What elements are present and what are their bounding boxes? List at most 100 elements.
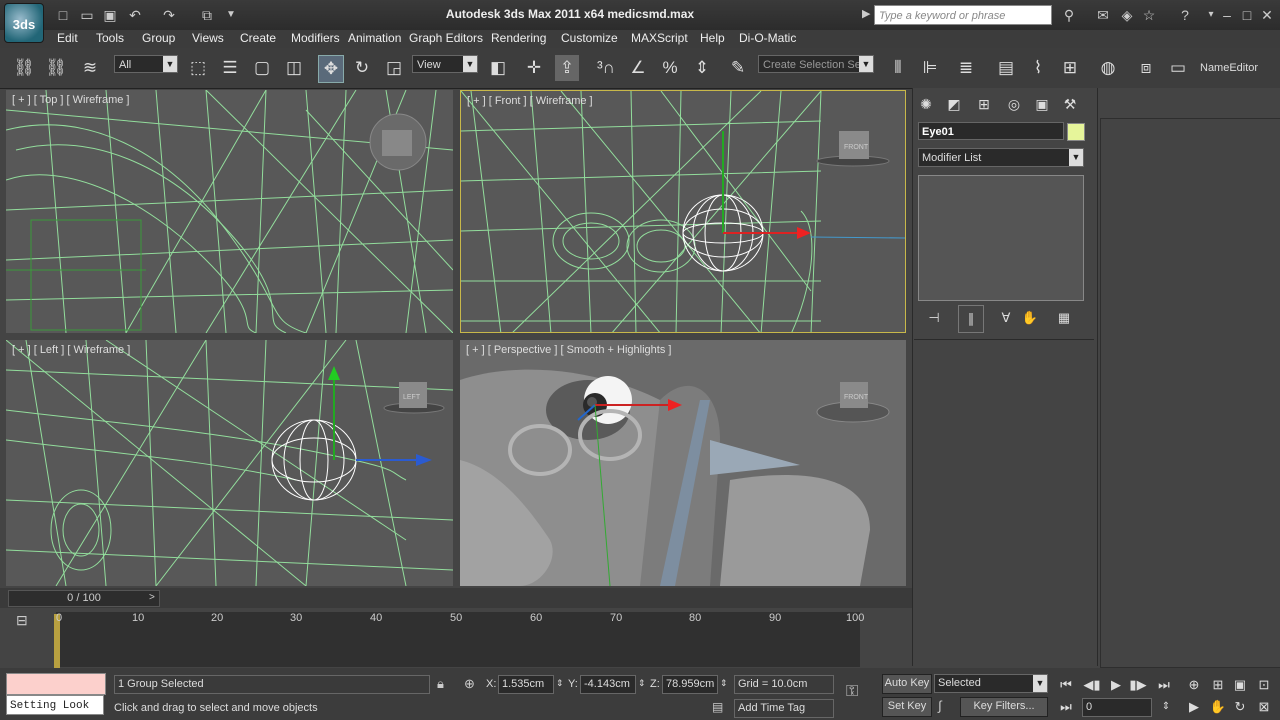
viewport-left-label[interactable]: [ + ] [ Left ] [ Wireframe ] <box>12 344 130 356</box>
close-icon[interactable]: ✕ <box>1258 6 1276 24</box>
edit-named-selection-icon[interactable]: ✎ <box>726 55 750 81</box>
menu-di-o-matic[interactable]: Di-O-Matic <box>739 31 796 45</box>
selection-lock-icon[interactable]: 🔒︎ <box>437 676 444 692</box>
x-spinner-icon[interactable]: ⇕ <box>556 678 564 689</box>
play-icon[interactable]: ▶ <box>1106 676 1126 694</box>
next-frame-icon[interactable]: ▮▶ <box>1128 676 1148 694</box>
align-icon[interactable]: ⊫ <box>918 55 942 81</box>
pin-stack-icon[interactable]: ⊣ <box>922 305 946 331</box>
viewport-perspective-label[interactable]: [ + ] [ Perspective ] [ Smooth + Highlig… <box>466 344 671 356</box>
modifier-list-dropdown[interactable]: Modifier List ▼ <box>918 148 1084 167</box>
viewport-top[interactable]: [ + ] [ Top ] [ Wireframe ] <box>6 90 453 333</box>
subscription-icon[interactable]: ◈ <box>1118 6 1136 24</box>
modifier-stack[interactable] <box>918 175 1084 301</box>
create-tab-icon[interactable]: ✺ <box>914 91 938 117</box>
z-spinner-icon[interactable]: ⇕ <box>720 678 728 689</box>
menu-modifiers[interactable]: Modifiers <box>291 31 340 45</box>
show-end-result-icon[interactable]: ∥ <box>958 305 984 333</box>
menu-help[interactable]: Help <box>700 31 725 45</box>
remove-modifier-icon[interactable]: ✋ <box>1018 305 1042 331</box>
zoom-extents-icon[interactable]: ▣ <box>1230 676 1250 694</box>
y-coordinate-field[interactable]: -4.143cm <box>580 675 636 694</box>
set-key-button[interactable]: Set Key <box>882 697 932 717</box>
zoom-all-icon[interactable]: ⊞ <box>1208 676 1228 694</box>
configure-modifier-sets-icon[interactable]: ▦ <box>1052 305 1076 331</box>
menu-views[interactable]: Views <box>192 31 224 45</box>
select-and-manipulate-icon[interactable]: ✛ <box>522 55 546 81</box>
curve-editor-icon[interactable]: ⌇ <box>1026 55 1050 81</box>
zoom-extents-all-icon[interactable]: ⊡ <box>1254 676 1274 694</box>
redo-icon[interactable]: ↷ <box>160 6 178 24</box>
schematic-view-icon[interactable]: ⊞ <box>1058 55 1082 81</box>
viewport-perspective[interactable]: FRONT [ + ] [ Perspective ] [ Smooth + H… <box>460 340 906 586</box>
menu-group[interactable]: Group <box>142 31 175 45</box>
minimize-icon[interactable]: – <box>1218 6 1236 24</box>
reference-coordinate-dropdown[interactable]: View ▼ <box>412 55 478 73</box>
select-by-name-icon[interactable]: ☰ <box>218 55 242 81</box>
help-icon[interactable]: ? <box>1176 6 1194 24</box>
maxscript-listener-top[interactable] <box>6 673 106 695</box>
motion-tab-icon[interactable]: ◎ <box>1002 91 1026 117</box>
search-arrow-icon[interactable]: ▶ <box>862 7 870 20</box>
modify-tab-icon[interactable]: ◩ <box>942 91 966 117</box>
material-editor-icon[interactable]: ◍ <box>1096 55 1120 81</box>
select-and-link-icon[interactable]: ⛓ <box>12 55 36 81</box>
select-and-rotate-icon[interactable]: ↻ <box>350 55 374 81</box>
auto-key-button[interactable]: Auto Key <box>882 674 932 694</box>
bind-space-warp-icon[interactable]: ≋ <box>78 55 102 81</box>
object-color-swatch[interactable] <box>1067 123 1085 141</box>
name-editor-label[interactable]: NameEditor <box>1200 62 1258 74</box>
menu-rendering[interactable]: Rendering <box>491 31 546 45</box>
maximize-icon[interactable]: □ <box>1238 6 1256 24</box>
communication-center-icon[interactable]: ✉ <box>1094 6 1112 24</box>
utilities-tab-icon[interactable]: ⚒ <box>1058 91 1082 117</box>
zoom-icon[interactable]: ⊕ <box>1184 676 1204 694</box>
time-config-icon[interactable]: ⇕ <box>1156 698 1176 716</box>
select-and-scale-icon[interactable]: ◲ <box>382 55 406 81</box>
rectangular-selection-icon[interactable]: ▢ <box>250 55 274 81</box>
render-frame-icon[interactable]: ▭ <box>1166 55 1190 81</box>
menu-graph-editors[interactable]: Graph Editors <box>409 31 483 45</box>
spinner-snap-icon[interactable]: ⇕ <box>690 55 714 81</box>
orbit-icon[interactable]: ↻ <box>1230 698 1250 716</box>
time-tag-icon[interactable]: ▤ <box>712 700 723 714</box>
menu-animation[interactable]: Animation <box>348 31 401 45</box>
unlink-icon[interactable]: ⛓ <box>44 55 68 81</box>
graphite-ribbon-icon[interactable]: ▤ <box>994 55 1018 81</box>
undo-icon[interactable]: ↶ <box>126 6 144 24</box>
object-name-field[interactable]: Eye01 <box>918 122 1064 140</box>
pivot-point-center-icon[interactable]: ◧ <box>486 55 510 81</box>
display-tab-icon[interactable]: ▣ <box>1030 91 1054 117</box>
current-frame-field[interactable]: 0 <box>1082 698 1152 717</box>
add-time-tag-button[interactable]: Add Time Tag <box>734 699 834 718</box>
select-and-move-icon[interactable]: ✥ <box>318 55 344 83</box>
menu-create[interactable]: Create <box>240 31 276 45</box>
pan-view-icon[interactable]: ✋ <box>1208 698 1228 716</box>
snaps-toggle-icon[interactable]: ³∩ <box>594 55 618 81</box>
trackbar-toggle-icon[interactable]: ⊟ <box>16 612 28 629</box>
menu-maxscript[interactable]: MAXScript <box>631 31 688 45</box>
maximize-viewport-icon[interactable]: ⊠ <box>1254 698 1274 716</box>
selection-filter-dropdown[interactable]: All ▼ <box>114 55 178 73</box>
angle-snap-icon[interactable]: ∠ <box>626 55 650 81</box>
go-to-start-icon[interactable]: ⏮ <box>1056 676 1076 694</box>
binoculars-icon[interactable]: ⚲ <box>1060 6 1078 24</box>
key-tangent-icon[interactable]: ∫ <box>938 698 942 713</box>
keyboard-shortcut-override-icon[interactable]: ⇪ <box>555 55 579 81</box>
y-spinner-icon[interactable]: ⇕ <box>638 678 646 689</box>
viewport-front[interactable]: FRONT [ + ] [ Front ] [ Wireframe ] <box>460 90 906 333</box>
z-coordinate-field[interactable]: 78.959cm <box>662 675 718 694</box>
viewport-top-label[interactable]: [ + ] [ Top ] [ Wireframe ] <box>12 94 129 106</box>
time-slider-next-icon[interactable]: > <box>149 592 155 603</box>
quick-access-dropdown-icon[interactable]: ▼ <box>222 6 240 24</box>
viewport-left[interactable]: LEFT [ + ] [ Left ] [ Wireframe ] <box>6 340 453 586</box>
percent-snap-icon[interactable]: % <box>658 55 682 81</box>
menu-edit[interactable]: Edit <box>57 31 78 45</box>
key-filters-button[interactable]: Key Filters... <box>960 697 1048 717</box>
set-key-icon[interactable]: ⚿ <box>846 683 858 701</box>
absolute-mode-icon[interactable]: ⊕ <box>464 676 475 692</box>
time-slider-thumb[interactable]: 0 / 100 <box>8 590 160 607</box>
menu-customize[interactable]: Customize <box>561 31 618 45</box>
key-mode-dropdown[interactable]: Selected ▼ <box>934 674 1048 693</box>
app-logo-button[interactable]: 3ds <box>4 3 44 43</box>
